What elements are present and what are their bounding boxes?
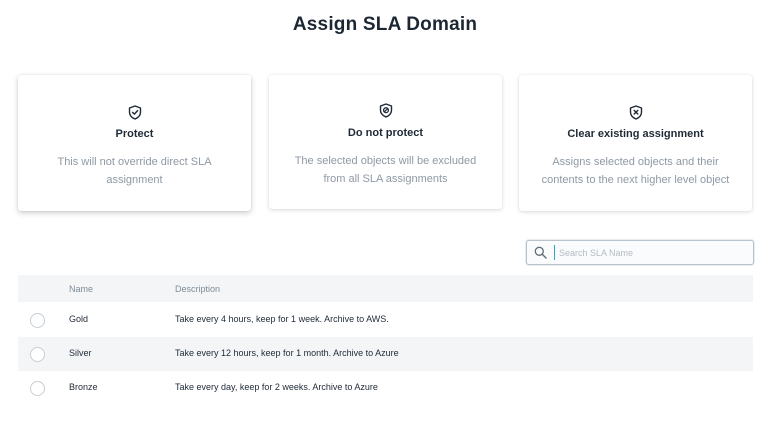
option-description: The selected objects will be excluded fr…: [294, 155, 477, 185]
table-row[interactable]: Bronze Take every day, keep for 2 weeks.…: [18, 371, 753, 405]
column-header-description: Description: [175, 284, 221, 294]
option-title: Clear existing assignment: [567, 128, 704, 140]
table-row[interactable]: Gold Take every 4 hours, keep for 1 week…: [18, 303, 753, 337]
do-not-protect-option-card[interactable]: Do not protect The selected objects will…: [269, 75, 502, 209]
option-description: Assigns selected objects and their conte…: [541, 156, 730, 186]
row-radio[interactable]: [30, 347, 45, 362]
text-cursor: [554, 245, 555, 260]
row-radio[interactable]: [30, 381, 45, 396]
option-title: Protect: [115, 128, 154, 140]
table-row[interactable]: Silver Take every 12 hours, keep for 1 m…: [18, 337, 753, 371]
row-description: Take every 4 hours, keep for 1 week. Arc…: [175, 314, 389, 324]
clear-assignment-option-card[interactable]: Clear existing assignment Assigns select…: [519, 75, 752, 211]
row-name: Silver: [69, 348, 92, 358]
option-description: This will not override direct SLA assign…: [57, 156, 212, 186]
row-radio[interactable]: [30, 313, 45, 328]
row-name: Gold: [69, 314, 89, 324]
dialog-title: Assign SLA Domain: [292, 14, 478, 35]
search-icon: [534, 246, 547, 259]
shield-check-icon: [128, 105, 142, 120]
table-header: Name Description: [18, 275, 753, 302]
shield-x-icon: [629, 105, 643, 120]
protect-option-card[interactable]: Protect This will not override direct SL…: [18, 75, 251, 211]
row-name: Bronze: [69, 382, 98, 392]
shield-circle-icon: [379, 103, 393, 118]
row-description: Take every 12 hours, keep for 1 month. A…: [175, 348, 399, 358]
search-box[interactable]: [526, 240, 754, 265]
column-header-name: Name: [69, 284, 94, 294]
search-input[interactable]: [557, 243, 749, 263]
row-description: Take every day, keep for 2 weeks. Archiv…: [175, 382, 378, 392]
option-title: Do not protect: [347, 127, 424, 139]
